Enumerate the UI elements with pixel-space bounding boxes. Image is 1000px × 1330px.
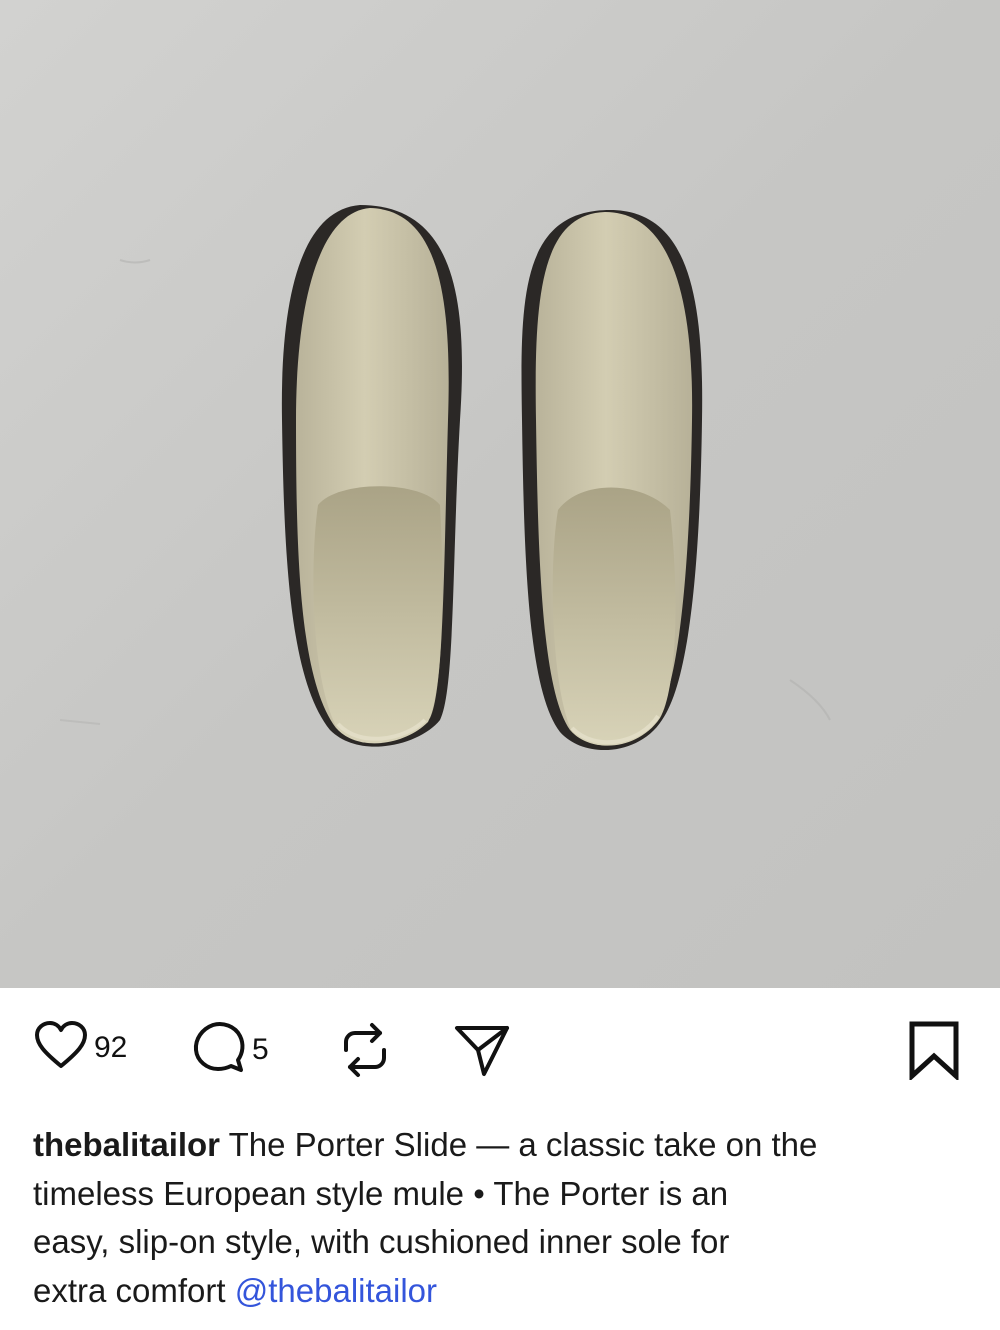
caption-text-1: The Porter Slide — a classic take on the bbox=[228, 1126, 818, 1163]
share-button[interactable] bbox=[452, 1020, 512, 1085]
post-card: 92 5 thebalitailor The Porter Slide — a … bbox=[0, 0, 1000, 1330]
comment-button[interactable]: 5 bbox=[192, 1020, 269, 1079]
bookmark-icon bbox=[906, 1020, 962, 1085]
comment-bubble-icon bbox=[192, 1020, 246, 1079]
caption-username[interactable]: thebalitailor bbox=[33, 1126, 220, 1163]
caption-text-4: extra comfort bbox=[33, 1271, 226, 1309]
caption-mention[interactable]: @thebalitailor bbox=[235, 1272, 437, 1309]
heart-icon bbox=[34, 1020, 88, 1075]
caption-line-2: timeless European style mule • The Porte… bbox=[33, 1174, 729, 1212]
comment-count: 5 bbox=[252, 1032, 269, 1066]
repost-button[interactable] bbox=[338, 1020, 392, 1085]
right-shoe bbox=[521, 210, 703, 751]
send-icon bbox=[452, 1020, 512, 1085]
left-shoe bbox=[281, 205, 462, 747]
caption-line-3: easy, slip-on style, with cushioned inne… bbox=[33, 1223, 730, 1260]
caption-line-4: extra comfort @thebalitailor bbox=[33, 1267, 983, 1316]
caption-line-1: thebalitailor The Porter Slide — a class… bbox=[33, 1121, 983, 1170]
save-button[interactable] bbox=[906, 1020, 962, 1085]
post-photo[interactable] bbox=[0, 0, 1000, 988]
shoes-illustration bbox=[0, 0, 1000, 988]
post-caption: thebalitailor The Porter Slide — a class… bbox=[33, 1121, 983, 1315]
like-button[interactable]: 92 bbox=[34, 1020, 127, 1075]
like-count: 92 bbox=[94, 1030, 128, 1064]
repost-icon bbox=[338, 1020, 392, 1085]
